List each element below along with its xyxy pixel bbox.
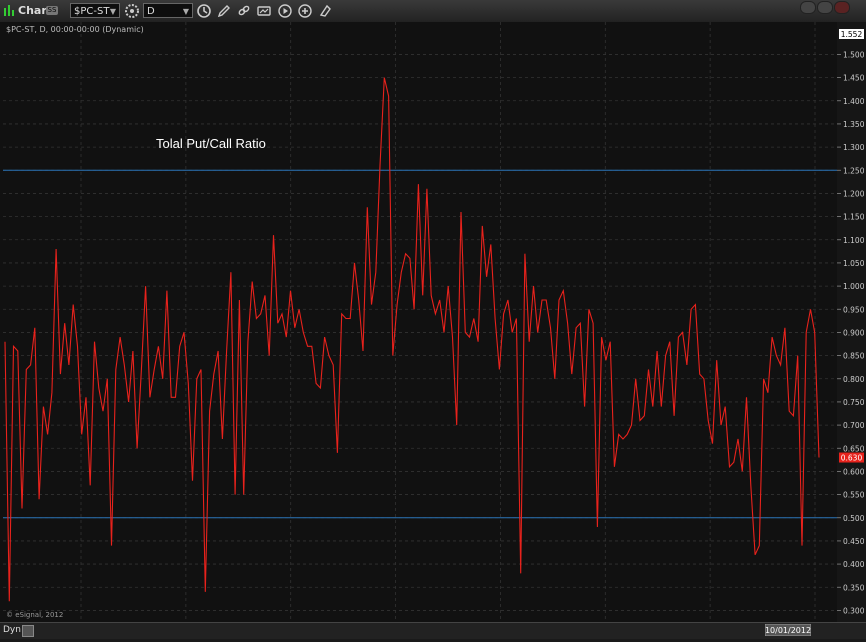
toolbar: Chart SS $PC-ST ▼ D ▼ xyxy=(0,0,866,23)
y-tick-label: 0.450 xyxy=(843,537,865,546)
date-label: 10/01/2012 xyxy=(765,626,811,635)
y-tick-label: 0.400 xyxy=(843,560,865,569)
symbol-combo[interactable]: $PC-ST ▼ xyxy=(70,3,120,18)
y-tick-label: 1.000 xyxy=(843,282,865,291)
link-icon[interactable] xyxy=(236,3,252,19)
current-value-label: 0.630 xyxy=(841,454,863,463)
dropdown-arrow-icon[interactable]: ▼ xyxy=(110,4,116,19)
window-badge: SS xyxy=(46,6,58,15)
play-icon[interactable] xyxy=(277,3,293,19)
series-layer xyxy=(4,77,820,602)
y-tick-label: 0.600 xyxy=(843,467,865,476)
y-tick-label: 0.900 xyxy=(843,328,865,337)
settings-gear-icon[interactable] xyxy=(124,3,140,19)
refresh-icon[interactable] xyxy=(196,3,212,19)
y-tick-label: 1.300 xyxy=(843,143,865,152)
y-tick-label: 1.250 xyxy=(843,166,865,175)
y-tick-label: 0.300 xyxy=(843,606,865,615)
y-tick-label: 1.450 xyxy=(843,74,865,83)
symbol-value: $PC-ST xyxy=(74,6,110,17)
y-tick-label: 0.650 xyxy=(843,444,865,453)
y-tick-label: 0.550 xyxy=(843,491,865,500)
footer-bar: Dyn xyxy=(0,622,866,639)
eraser-icon[interactable] xyxy=(317,3,333,19)
y-tick-label: 0.750 xyxy=(843,398,865,407)
close-button[interactable] xyxy=(834,1,850,14)
minimize-button[interactable] xyxy=(800,1,816,14)
series-line xyxy=(4,77,820,602)
y-tick-label: 1.400 xyxy=(843,97,865,106)
date-label-box: 10/01/2012 xyxy=(765,624,811,636)
y-axis-panel xyxy=(837,22,866,622)
y-tick-label: 0.500 xyxy=(843,514,865,523)
grid-lines xyxy=(3,22,837,622)
chart-info: $PC-ST, D, 00:00-00:00 (Dynamic) xyxy=(6,25,144,34)
y-tick-label: 0.850 xyxy=(843,352,865,361)
y-tick-label: 0.350 xyxy=(843,583,865,592)
y-tick-label: 1.500 xyxy=(843,50,865,59)
draw-pencil-icon[interactable] xyxy=(216,3,232,19)
dyn-toggle-button[interactable] xyxy=(22,625,34,637)
y-tick-label: 1.350 xyxy=(843,120,865,129)
add-icon[interactable] xyxy=(297,3,313,19)
interval-combo[interactable]: D ▼ xyxy=(143,3,193,18)
dyn-label: Dyn xyxy=(3,625,21,635)
y-tick-label: 1.150 xyxy=(843,213,865,222)
y-tick-label: 1.200 xyxy=(843,189,865,198)
chart-style-icon[interactable] xyxy=(256,3,272,19)
y-tick-label: 0.700 xyxy=(843,421,865,430)
max-label: 1.552 xyxy=(841,30,863,39)
y-tick-label: 0.950 xyxy=(843,305,865,314)
price-chart[interactable]: 0.300 0.350 0.400 0.450 0.500 0.550 0.600 0.650… xyxy=(0,22,866,638)
y-tick-label: 0.800 xyxy=(843,375,865,384)
chart-annotation: Tolal Put/Call Ratio xyxy=(156,136,266,151)
y-tick-label: 1.050 xyxy=(843,259,865,268)
interval-value: D xyxy=(147,6,155,17)
chart-app-icon xyxy=(4,5,14,16)
y-tick-label: 1.100 xyxy=(843,236,865,245)
maximize-button[interactable] xyxy=(817,1,833,14)
copyright: © eSignal, 2012 xyxy=(6,611,63,619)
chart-panel[interactable]: 0.300 0.350 0.400 0.450 0.500 0.550 0.600 0.650… xyxy=(0,22,866,638)
dropdown-arrow-icon[interactable]: ▼ xyxy=(183,4,189,19)
